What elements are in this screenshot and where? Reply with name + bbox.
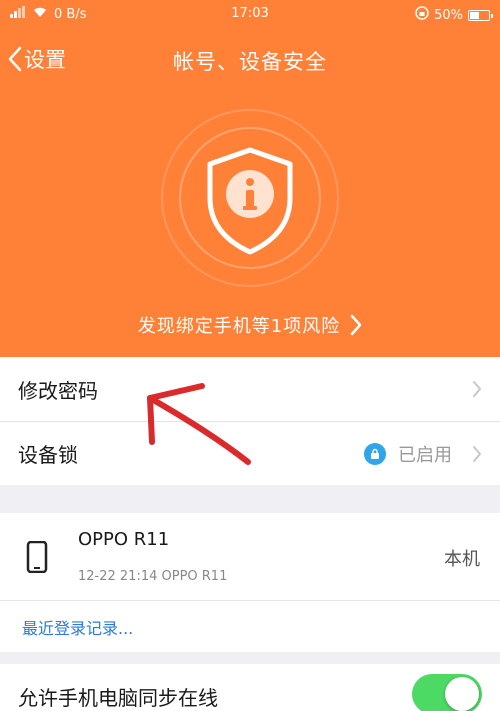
phone-icon <box>26 541 48 573</box>
device-name: OPPO R11 <box>78 529 170 550</box>
chevron-left-icon <box>8 46 22 72</box>
device-lock-label: 设备锁 <box>18 443 78 467</box>
lock-icon <box>364 442 386 465</box>
device-lock-status-text: 已启用 <box>398 444 452 466</box>
back-button[interactable]: 设置 <box>8 44 66 74</box>
status-bar: 0 B/s 17:03 50% <box>0 0 500 28</box>
nav-bar: 设置 帐号、设备安全 <box>0 38 500 82</box>
change-password-label: 修改密码 <box>18 378 98 403</box>
recent-login-link[interactable]: 最近登录记录... <box>22 615 133 639</box>
this-device-tag: 本机 <box>444 549 480 570</box>
battery-level: 50% <box>434 7 463 23</box>
current-device-row[interactable]: OPPO R11 12-22 21:14 OPPO R11 本机 <box>0 513 500 600</box>
page-title: 帐号、设备安全 <box>173 50 327 74</box>
shield-icon <box>207 147 293 255</box>
sync-online-row: 允许手机电脑同步在线 <box>0 664 500 711</box>
recent-login-row: 最近登录记录... <box>0 600 500 652</box>
chevron-right-icon <box>350 314 362 336</box>
back-label: 设置 <box>24 48 66 72</box>
risk-warning-link[interactable]: 发现绑定手机等1项风险 <box>0 312 500 338</box>
battery-icon <box>468 9 493 21</box>
device-lock-status: 已启用 <box>364 441 452 467</box>
device-last-login: 12-22 21:14 OPPO R11 <box>78 569 228 584</box>
rotation-lock-icon <box>415 6 429 24</box>
sync-online-toggle[interactable] <box>412 674 482 711</box>
security-header: 0 B/s 17:03 50% 设置 帐号、设备安全 发现绑定手机等1项风险 <box>0 0 500 357</box>
chevron-right-icon <box>473 381 481 397</box>
sync-online-label: 允许手机电脑同步在线 <box>18 686 218 710</box>
security-shield <box>160 108 340 288</box>
device-lock-row[interactable]: 设备锁 已启用 <box>0 421 500 485</box>
risk-text: 发现绑定手机等1项风险 <box>137 316 341 337</box>
chevron-right-icon <box>473 445 481 462</box>
change-password-row[interactable]: 修改密码 <box>0 357 500 421</box>
security-settings-group: 修改密码 设备锁 已启用 <box>0 357 500 485</box>
